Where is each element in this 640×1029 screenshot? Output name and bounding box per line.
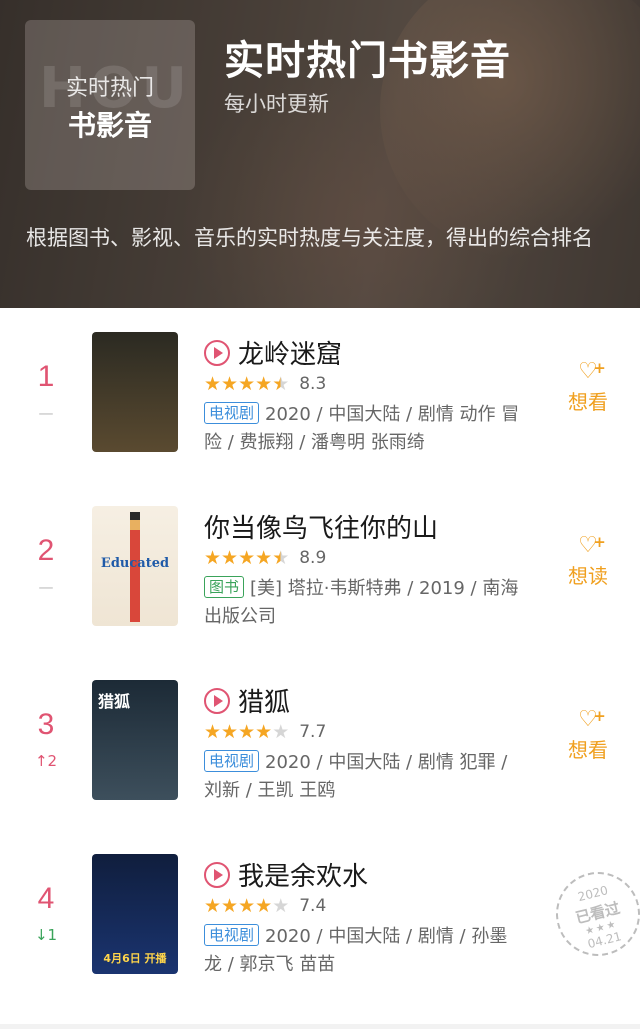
- item-meta: 图书 [美] 塔拉·韦斯特弗 / 2019 / 南海出版公司: [204, 575, 524, 631]
- page-title: 实时热门书影音: [224, 38, 511, 84]
- rating-score: 8.9: [299, 548, 327, 568]
- want-button[interactable]: ♡ + 想看: [548, 707, 628, 763]
- rank-number: 1: [37, 360, 55, 393]
- item-title-row[interactable]: 你当像鸟飞往你的山: [204, 508, 438, 545]
- star-icon: ★: [221, 895, 239, 917]
- poster-image[interactable]: 猎狐: [92, 680, 178, 800]
- category-tag: 电视剧: [204, 924, 260, 946]
- poster-image[interactable]: [92, 332, 178, 452]
- star-icon: ★: [255, 373, 273, 395]
- want-label: 想看: [568, 738, 608, 762]
- item-title[interactable]: 龙岭迷窟: [238, 334, 342, 371]
- star-icon: ★: [221, 373, 239, 395]
- rank-number: 3: [37, 708, 55, 741]
- rank-change: —: [38, 404, 54, 422]
- rating-row: ★ ★ ★ ★ ★ 7.7: [204, 722, 326, 742]
- star-icon: ★: [272, 373, 290, 395]
- rating-score: 8.3: [299, 374, 327, 394]
- poster-title-text: 4月6日 开播: [103, 952, 167, 965]
- item-meta: 电视剧 2020 / 中国大陆 / 剧情 / 孙墨龙 / 郭京飞 苗苗: [204, 923, 524, 979]
- star-icon: ★: [204, 721, 222, 743]
- want-label: 想看: [568, 390, 608, 414]
- heart-plus-icon: ♡ +: [578, 707, 606, 732]
- heart-plus-icon: ♡ +: [578, 359, 606, 384]
- poster-title-text: Educated: [100, 556, 170, 571]
- ranking-list: 1— 龙岭迷窟 ★ ★ ★ ★ ★ 8.3 电视剧 2020 / 中国大陆 / 剧情 动作 冒险 …: [0, 308, 640, 1004]
- star-icon: ★: [204, 373, 222, 395]
- star-icon: ★: [272, 895, 290, 917]
- star-icon: ★: [255, 547, 273, 569]
- rating-score: 7.7: [299, 722, 327, 742]
- rating-row: ★ ★ ★ ★ ★ 7.4: [204, 896, 326, 916]
- star-icon: ★: [204, 547, 222, 569]
- want-button[interactable]: ♡ + 想看: [548, 359, 628, 415]
- category-cover-tile: HOUR 实时热门 书影音: [25, 20, 195, 190]
- category-tag: 图书: [204, 576, 245, 598]
- list-item[interactable]: 2— Educated 你当像鸟飞往你的山 ★ ★ ★ ★ ★ 8.9 图书 [美] 塔拉·韦斯特弗…: [0, 482, 640, 656]
- rank-number: 4: [37, 882, 55, 915]
- rating-score: 7.4: [299, 896, 327, 916]
- poster-image[interactable]: Educated: [92, 506, 178, 626]
- rank-change: —: [38, 578, 54, 596]
- category-tag: 电视剧: [204, 402, 260, 424]
- poster-title-text: 猎狐: [98, 692, 131, 711]
- star-icon: ★: [255, 895, 273, 917]
- play-icon[interactable]: [204, 687, 230, 714]
- star-icon: ★: [238, 721, 256, 743]
- item-title[interactable]: 你当像鸟飞往你的山: [204, 508, 438, 545]
- rating-row: ★ ★ ★ ★ ★ 8.9: [204, 548, 326, 568]
- item-title[interactable]: 猎狐: [238, 682, 290, 719]
- item-meta: 电视剧 2020 / 中国大陆 / 剧情 犯罪 / 刘新 / 王凯 王鸥: [204, 749, 524, 805]
- poster-image[interactable]: 4月6日 开播: [92, 854, 178, 974]
- heart-plus-icon: ♡ +: [578, 533, 606, 558]
- star-icon: ★: [221, 721, 239, 743]
- want-label: 想读: [568, 564, 608, 588]
- meta-text: [美] 塔拉·韦斯特弗 / 2019 / 南海出版公司: [204, 578, 519, 627]
- category-tag: 电视剧: [204, 750, 260, 772]
- plus-icon: +: [593, 359, 606, 377]
- star-icon: ★: [221, 547, 239, 569]
- play-icon[interactable]: [204, 861, 230, 888]
- star-icon: ★: [204, 895, 222, 917]
- cover-line-1: 实时热门: [65, 76, 154, 101]
- rank-change: ↓1: [34, 926, 58, 944]
- star-icon: ★: [238, 895, 256, 917]
- bottom-divider: [0, 1024, 640, 1029]
- item-title-row[interactable]: 猎狐: [204, 682, 290, 719]
- list-item[interactable]: 4 ↓1 4月6日 开播 我是余欢水 ★ ★ ★ ★ ★ 7.4 电视剧 2020 / 中国大陆 / …: [0, 830, 640, 1004]
- plus-icon: +: [593, 707, 606, 725]
- star-icon: ★: [272, 721, 290, 743]
- watched-stamp: 2020 已看过 ★★★ 04.21: [547, 863, 640, 965]
- item-title-row[interactable]: 龙岭迷窟: [204, 334, 342, 371]
- star-icon: ★: [255, 721, 273, 743]
- star-rating: ★ ★ ★ ★ ★: [204, 896, 289, 916]
- header-banner: HOUR 实时热门 书影音 实时热门书影音 每小时更新 根据图书、影视、音乐的实…: [0, 0, 640, 308]
- want-button[interactable]: ♡ + 想读: [548, 533, 628, 589]
- rating-row: ★ ★ ★ ★ ★ 8.3: [204, 374, 326, 394]
- star-rating: ★ ★ ★ ★ ★: [204, 722, 289, 742]
- page-description: 根据图书、影视、音乐的实时热度与关注度，得出的综合排名: [26, 226, 593, 250]
- play-icon[interactable]: [204, 339, 230, 366]
- rank-number: 2: [37, 534, 55, 567]
- rank-change: ↑2: [34, 752, 58, 770]
- cover-line-2: 书影音: [67, 109, 152, 142]
- star-icon: ★: [238, 547, 256, 569]
- item-title[interactable]: 我是余欢水: [238, 856, 368, 893]
- star-icon: ★: [272, 547, 290, 569]
- item-title-row[interactable]: 我是余欢水: [204, 856, 368, 893]
- star-rating: ★ ★ ★ ★ ★: [204, 548, 289, 568]
- star-rating: ★ ★ ★ ★ ★: [204, 374, 289, 394]
- item-meta: 电视剧 2020 / 中国大陆 / 剧情 动作 冒险 / 费振翔 / 潘粤明 张雨…: [204, 401, 524, 457]
- list-item[interactable]: 1— 龙岭迷窟 ★ ★ ★ ★ ★ 8.3 电视剧 2020 / 中国大陆 / 剧情 动作 冒险 …: [0, 308, 640, 482]
- plus-icon: +: [593, 533, 606, 551]
- list-item[interactable]: 3 ↑2 猎狐 猎狐 ★ ★ ★ ★ ★ 7.7 电视剧 2020 / 中国大陆 / 剧情 犯罪 / …: [0, 656, 640, 830]
- star-icon: ★: [238, 373, 256, 395]
- page-subtitle: 每小时更新: [224, 92, 329, 116]
